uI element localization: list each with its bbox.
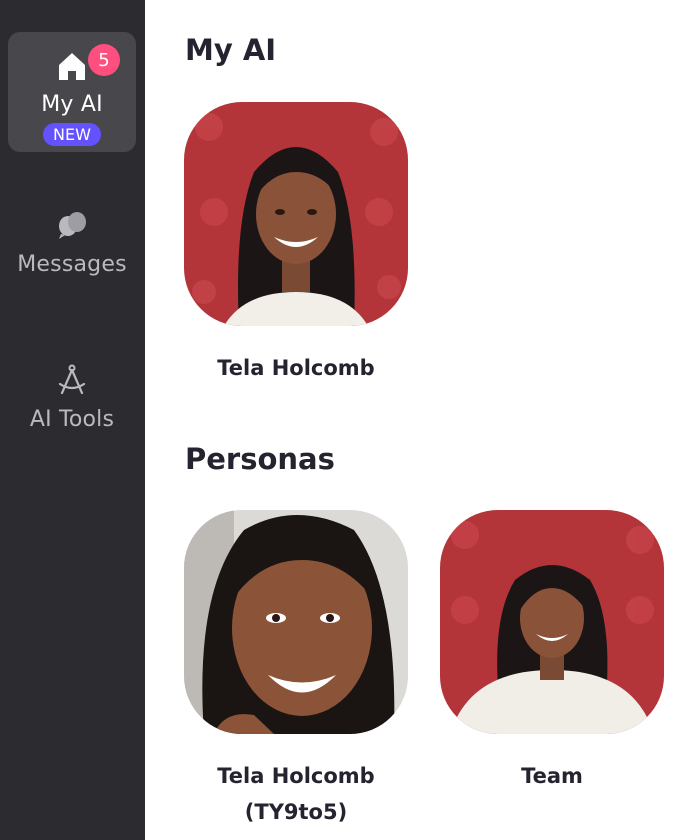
card-name: Tela Holcomb (TY9to5) bbox=[217, 758, 374, 830]
card-name: Tela Holcomb bbox=[217, 356, 375, 380]
notification-badge: 5 bbox=[88, 44, 120, 76]
compass-drafting-icon bbox=[52, 359, 92, 399]
home-icon bbox=[52, 46, 92, 86]
section-title-my-ai: My AI bbox=[185, 33, 277, 67]
avatar bbox=[184, 510, 408, 734]
ai-card-tela-holcomb[interactable]: Tela Holcomb bbox=[184, 102, 408, 386]
card-name: Team bbox=[521, 764, 583, 788]
avatar bbox=[184, 102, 408, 326]
card-name-line-1: Tela Holcomb bbox=[217, 764, 375, 788]
sidebar-item-my-ai[interactable]: 5 My AI NEW bbox=[8, 32, 136, 152]
new-tag: NEW bbox=[43, 123, 101, 146]
section-title-personas: Personas bbox=[185, 442, 335, 476]
sidebar: 5 My AI NEW Messages AI Tools bbox=[0, 0, 145, 840]
sidebar-item-ai-tools[interactable]: AI Tools bbox=[8, 345, 136, 445]
card-name-line-2: (TY9to5) bbox=[244, 800, 348, 824]
sidebar-item-messages[interactable]: Messages bbox=[8, 190, 136, 290]
sidebar-item-label: AI Tools bbox=[29, 407, 115, 432]
persona-card-tela-holcomb-ty9to5[interactable]: Tela Holcomb (TY9to5) bbox=[184, 510, 408, 830]
persona-card-team[interactable]: Team bbox=[440, 510, 664, 794]
avatar bbox=[440, 510, 664, 734]
sidebar-item-label: Messages bbox=[17, 252, 127, 277]
sidebar-item-label: My AI bbox=[41, 92, 103, 117]
chat-bubbles-icon bbox=[52, 204, 92, 244]
